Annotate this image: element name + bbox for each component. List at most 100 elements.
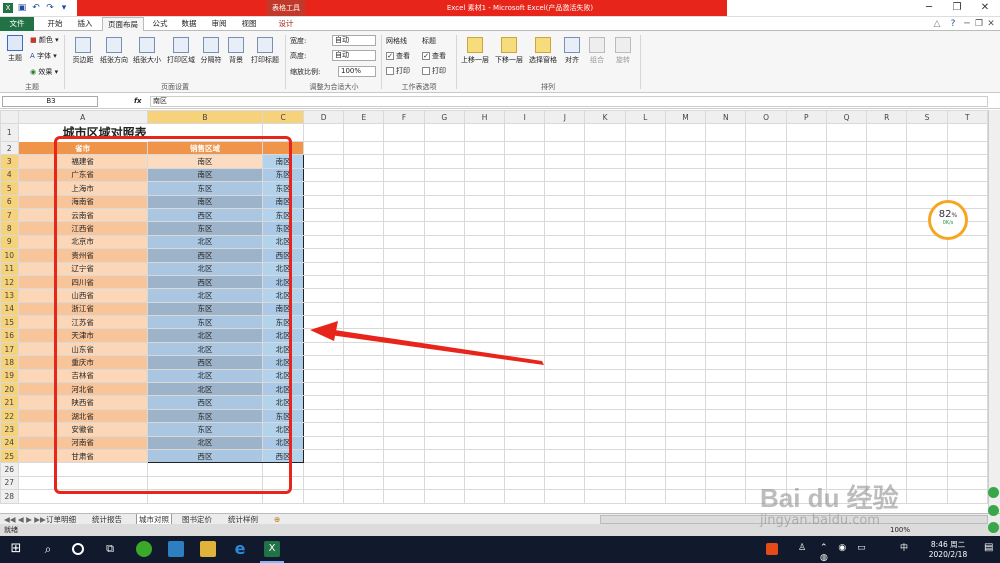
cell[interactable]	[302, 301, 345, 317]
cell[interactable]	[785, 368, 827, 384]
cell[interactable]	[624, 123, 666, 142]
cell[interactable]	[383, 207, 425, 223]
cell[interactable]	[664, 408, 707, 424]
cell[interactable]	[785, 395, 827, 410]
cell[interactable]	[745, 368, 787, 384]
cell[interactable]	[705, 261, 747, 276]
cell[interactable]	[302, 207, 345, 223]
cell[interactable]	[664, 422, 707, 437]
cell[interactable]	[504, 274, 546, 290]
selection-pane-button[interactable]: 选择窗格	[526, 37, 560, 65]
cell[interactable]	[343, 475, 385, 491]
row-header[interactable]: 26	[0, 462, 19, 477]
cell[interactable]	[463, 261, 506, 276]
cell[interactable]	[825, 167, 868, 183]
cell[interactable]	[504, 234, 546, 250]
cell[interactable]	[584, 234, 626, 250]
cell[interactable]	[383, 274, 425, 290]
column-header[interactable]: B	[146, 110, 264, 124]
cell[interactable]	[463, 207, 506, 223]
cell[interactable]	[544, 328, 586, 343]
cell[interactable]	[624, 395, 666, 410]
cell[interactable]	[906, 123, 948, 142]
cell[interactable]	[504, 194, 546, 209]
cell[interactable]	[624, 248, 666, 263]
cell[interactable]	[866, 448, 908, 464]
cell[interactable]	[906, 181, 948, 196]
cell[interactable]	[866, 248, 908, 263]
cell[interactable]	[584, 382, 626, 397]
cell[interactable]	[544, 123, 586, 142]
cell[interactable]	[866, 328, 908, 343]
cell[interactable]	[504, 435, 546, 450]
cell[interactable]	[705, 140, 747, 156]
cell[interactable]	[423, 261, 465, 276]
cell[interactable]	[343, 435, 385, 450]
row-header[interactable]: 15	[0, 315, 19, 330]
column-header[interactable]: D	[302, 110, 345, 124]
cell[interactable]	[866, 288, 908, 303]
cell[interactable]	[302, 448, 345, 464]
row-header[interactable]: 10	[0, 248, 19, 263]
tab-data[interactable]: 数据	[176, 17, 202, 31]
column-header[interactable]: L	[624, 110, 666, 124]
cell[interactable]	[544, 288, 586, 303]
cell[interactable]	[664, 167, 707, 183]
cell[interactable]	[785, 341, 827, 357]
cell[interactable]	[343, 274, 385, 290]
cell[interactable]	[866, 355, 908, 370]
cell[interactable]	[785, 248, 827, 263]
cell[interactable]	[624, 448, 666, 464]
cell[interactable]	[946, 328, 988, 343]
row-header[interactable]: 8	[0, 221, 19, 236]
cell[interactable]	[383, 140, 425, 156]
cell[interactable]	[584, 274, 626, 290]
side-plus-icon[interactable]	[988, 487, 999, 498]
cell[interactable]	[745, 234, 787, 250]
cell[interactable]	[383, 181, 425, 196]
cell[interactable]	[866, 207, 908, 223]
cell[interactable]	[946, 181, 988, 196]
cell[interactable]	[825, 261, 868, 276]
cell[interactable]	[624, 194, 666, 209]
cell[interactable]	[343, 181, 385, 196]
cell[interactable]	[423, 207, 465, 223]
cell[interactable]	[745, 355, 787, 370]
cell[interactable]	[343, 154, 385, 169]
cell[interactable]	[825, 207, 868, 223]
cell[interactable]	[423, 221, 465, 236]
cell[interactable]	[745, 248, 787, 263]
cell[interactable]	[423, 395, 465, 410]
cell[interactable]	[906, 315, 948, 330]
cell[interactable]	[544, 234, 586, 250]
cell[interactable]	[946, 274, 988, 290]
worksheet-grid[interactable]: A B C D E F G H I J K L M N O P Q R S T 1 城市区域对照表 2 省市 销售区域 3 福建省南…	[0, 110, 988, 513]
cell[interactable]	[544, 154, 586, 169]
cell[interactable]	[584, 221, 626, 236]
cell[interactable]	[745, 207, 787, 223]
column-header[interactable]: P	[785, 110, 827, 124]
cell[interactable]	[664, 288, 707, 303]
cell[interactable]	[302, 167, 345, 183]
cell[interactable]	[745, 221, 787, 236]
cell[interactable]	[825, 435, 868, 450]
cell[interactable]	[866, 435, 908, 450]
cell[interactable]	[825, 181, 868, 196]
cell[interactable]	[664, 274, 707, 290]
cell[interactable]	[302, 408, 345, 424]
cell[interactable]	[302, 422, 345, 437]
cell[interactable]	[825, 462, 868, 477]
cell[interactable]	[624, 261, 666, 276]
restore-button[interactable]: ❐	[943, 0, 971, 16]
cell[interactable]	[745, 154, 787, 169]
cell[interactable]	[343, 194, 385, 209]
cell[interactable]	[705, 123, 747, 142]
cell[interactable]	[906, 341, 948, 357]
cell[interactable]	[825, 395, 868, 410]
cell[interactable]	[705, 448, 747, 464]
cell[interactable]	[785, 328, 827, 343]
cell[interactable]	[423, 435, 465, 450]
cell[interactable]	[785, 123, 827, 142]
cell[interactable]	[383, 448, 425, 464]
cell[interactable]	[946, 248, 988, 263]
